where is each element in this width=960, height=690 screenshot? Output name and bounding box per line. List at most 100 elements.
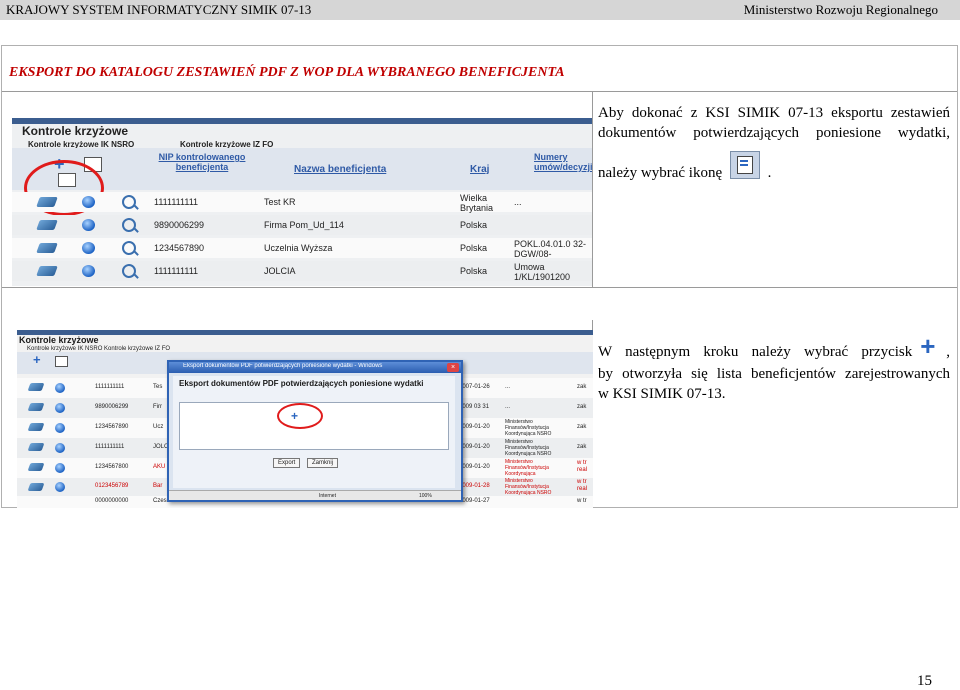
magnifier-icon[interactable]: [122, 195, 136, 209]
divider: [2, 287, 957, 288]
status-zoom: 100%: [419, 493, 432, 499]
instruction-1-line1: Aby dokonać z KSI SIMIK 07-13 eksportu z…: [598, 105, 950, 121]
cell-institution: Ministerstwo Finansów/Instytucja Koordyn…: [505, 439, 552, 457]
globe-icon[interactable]: [55, 423, 65, 433]
book-icon[interactable]: [27, 463, 45, 471]
cell-status: w tr real: [577, 460, 588, 473]
cell-numbers: Umowa 1/KL/1901200: [514, 262, 571, 282]
col-numbers: Numery umów/decyzji: [534, 152, 592, 172]
col-nip: NIP kontrolowanego beneficjenta: [158, 152, 246, 172]
cell-institution: Ministerstwo Finansów/Instytucja Koordyn…: [505, 419, 552, 437]
cell-nip: 0123456789: [95, 483, 129, 489]
cell-status: zak: [577, 404, 587, 410]
divider: [2, 91, 957, 92]
col-name: Nazwa beneficjenta: [294, 164, 387, 175]
book-icon[interactable]: [27, 443, 45, 451]
cell-status: zak: [577, 424, 587, 430]
cell-nip: 1234567890: [95, 424, 129, 430]
book-icon[interactable]: [27, 403, 45, 411]
instruction-2-line1: W następnym kroku należy wybrać przycisk: [598, 344, 913, 360]
book-icon[interactable]: [36, 266, 58, 276]
instruction-1-period: .: [767, 165, 772, 181]
globe-icon[interactable]: [82, 219, 95, 231]
book-icon[interactable]: [27, 423, 45, 431]
cell-name: Firr: [153, 404, 162, 410]
close-button[interactable]: Zamknij: [307, 458, 339, 468]
dialog-window-title: Eksport dokumentów PDF potwierdzających …: [183, 363, 383, 369]
plus-icon: +: [920, 331, 936, 361]
add-icon[interactable]: +: [33, 352, 41, 367]
instruction-1-line2: dokumentów potwierdzających poniesione w…: [598, 125, 950, 141]
book-icon[interactable]: [27, 483, 45, 491]
globe-icon[interactable]: [55, 463, 65, 473]
cell-status: zak: [577, 384, 587, 390]
instruction-2-line3: w KSI SIMIK 07-13.: [598, 386, 726, 402]
export-pdf-icon: [729, 151, 760, 179]
table-row[interactable]: 9890006299 Firma Pom_Ud_114 Polska: [12, 215, 592, 235]
table-row[interactable]: 1111111111 Test KR Wielka Brytania ...: [12, 192, 592, 213]
globe-icon[interactable]: [82, 265, 95, 277]
cell-institution: Ministerstwo Finansów/Instytucja Koordyn…: [505, 478, 552, 496]
cell-country: Polska: [460, 243, 488, 253]
instruction-1: Aby dokonać z KSI SIMIK 07-13 eksportu z…: [598, 103, 950, 181]
header-left: KRAJOWY SYSTEM INFORMATYCZNY SIMIK 07-13: [6, 2, 312, 17]
globe-icon[interactable]: [82, 242, 95, 254]
cell-date: 2009-01-20: [459, 464, 490, 470]
divider: [592, 92, 593, 287]
cell-nip: 1111111111: [154, 266, 199, 276]
globe-icon[interactable]: [55, 383, 65, 393]
status-internet: Internet: [319, 493, 336, 499]
globe-icon[interactable]: [55, 403, 65, 413]
cell-name: Firma Pom_Ud_114: [264, 220, 344, 230]
book-icon[interactable]: [36, 243, 58, 253]
instruction-2: W następnym kroku należy wybrać przycisk…: [598, 333, 950, 404]
section-title: EKSPORT DO KATALOGU ZESTAWIEŃ PDF Z WOP …: [9, 65, 565, 80]
add-button-highlight: [277, 403, 323, 429]
screenshot-export-dialog: Kontrole krzyżowe Kontrole krzyżowe IK N…: [17, 330, 593, 508]
cell-date: 2009-01-27: [459, 498, 490, 504]
screenshot-title: Kontrole krzyżowe: [22, 124, 129, 138]
export-icon[interactable]: [55, 356, 68, 367]
magnifier-icon[interactable]: [122, 241, 136, 255]
cell-date: 2009-01-20: [459, 444, 490, 450]
close-icon[interactable]: ×: [447, 363, 459, 372]
magnifier-icon[interactable]: [122, 264, 136, 278]
cell-date: 2009-01-20: [459, 424, 490, 430]
globe-icon[interactable]: [82, 196, 95, 208]
cell-nip: 1111111111: [95, 444, 125, 450]
cell-nip: 9890006299: [154, 220, 205, 230]
cell-country: Polska: [460, 266, 488, 276]
header-right: Ministerstwo Rozwoju Regionalnego: [743, 2, 938, 17]
book-icon[interactable]: [36, 220, 58, 230]
table-row[interactable]: 1111111111 JOLCIA Polska Umowa 1/KL/1901…: [12, 261, 592, 282]
magnifier-icon[interactable]: [122, 218, 136, 232]
page-header: KRAJOWY SYSTEM INFORMATYCZNY SIMIK 07-13…: [0, 0, 960, 20]
dialog-heading: Eksport dokumentów PDF potwierdzających …: [179, 379, 424, 388]
cell-country: Wielka Brytania: [460, 193, 494, 213]
cell-nip: 0000000000: [95, 498, 129, 504]
cell-nip: 1111111111: [154, 197, 199, 207]
instruction-2-line2: by otworzyła się lista beneficjentów zar…: [598, 366, 950, 382]
book-icon[interactable]: [36, 197, 58, 207]
cell-date: 2007-01-26: [459, 384, 490, 390]
cell-name: JOLCIA: [264, 266, 296, 276]
cell-country: Polska: [460, 220, 488, 230]
cell-name: Ucz: [153, 424, 164, 430]
export-dialog-window: Eksport dokumentów PDF potwierdzających …: [167, 360, 463, 502]
table-row[interactable]: 1234567890 Uczelnia Wyższa Polska POKL.0…: [12, 238, 592, 259]
cell-status: w tr real: [577, 479, 588, 492]
export-button[interactable]: Export: [273, 458, 301, 468]
cell-nip: 9890006299: [95, 404, 129, 410]
book-icon[interactable]: [27, 383, 45, 391]
globe-icon[interactable]: [55, 482, 65, 492]
cell-institution: ...: [505, 404, 511, 410]
instruction-2-comma: ,: [946, 344, 950, 360]
col-country: Kraj: [470, 164, 490, 175]
cell-institution: Ministerstwo Finansów/Instytucja Koordyn…: [505, 459, 549, 477]
cell-numbers: POKL.04.01.0 32-DGW/08-: [514, 239, 587, 259]
globe-icon[interactable]: [55, 443, 65, 453]
cell-nip: 1234567800: [95, 464, 129, 470]
instruction-1-line3: należy wybrać ikonę: [598, 165, 723, 181]
cell-name: AKU: [153, 464, 166, 470]
cell-nip: 1111111111: [95, 384, 125, 390]
